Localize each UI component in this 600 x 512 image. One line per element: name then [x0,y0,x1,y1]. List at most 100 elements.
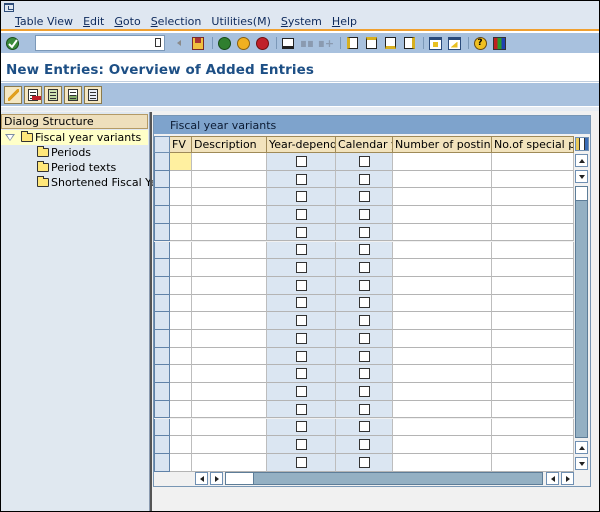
calendar-yr-checkbox[interactable] [358,297,370,309]
num-special-input[interactable] [492,312,574,330]
cell-year-dependent[interactable] [267,153,336,171]
column-header-num-posting[interactable]: Number of posting ... [393,136,492,153]
vertical-scroll-track[interactable] [575,186,588,438]
num-special-input[interactable] [492,153,574,171]
num-posting-input[interactable] [393,347,492,366]
menu-utilities-m[interactable]: Utilities(M) [211,15,270,28]
cell-calendar-yr[interactable] [336,365,393,384]
calendar-yr-checkbox[interactable] [358,226,370,238]
scroll-page-down-button[interactable] [575,170,588,183]
last-page-icon[interactable] [401,35,417,51]
calendar-yr-checkbox[interactable] [358,332,370,344]
calendar-yr-checkbox[interactable] [358,439,370,451]
num-posting-input[interactable] [393,188,492,207]
calendar-yr-checkbox[interactable] [358,244,370,256]
num-posting-input[interactable] [393,170,492,189]
description-input[interactable] [192,153,267,171]
cell-calendar-yr[interactable] [336,330,393,348]
num-posting-input[interactable] [393,241,492,260]
year-dependent-checkbox[interactable] [295,403,307,415]
fv-input[interactable] [170,453,192,472]
fv-input[interactable] [170,365,192,384]
fv-input[interactable] [170,418,192,437]
panel-splitter[interactable] [150,112,152,511]
year-dependent-checkbox[interactable] [295,332,307,344]
select-block-button[interactable] [64,85,82,104]
num-posting-input[interactable] [393,453,492,472]
num-posting-input[interactable] [393,400,492,419]
scroll-right-page-button[interactable] [210,472,223,485]
row-selector[interactable] [154,330,170,348]
row-selector[interactable] [154,188,170,207]
year-dependent-checkbox[interactable] [295,279,307,291]
fv-input[interactable] [170,400,192,419]
row-selector[interactable] [154,312,170,330]
cell-year-dependent[interactable] [267,294,336,313]
year-dependent-checkbox[interactable] [295,297,307,309]
column-header-description[interactable]: Description [192,136,267,153]
num-special-input[interactable] [492,259,574,277]
description-input[interactable] [192,188,267,207]
calendar-yr-checkbox[interactable] [358,279,370,291]
cell-year-dependent[interactable] [267,365,336,384]
num-posting-input[interactable] [393,223,492,242]
cell-calendar-yr[interactable] [336,383,393,401]
print-icon[interactable] [280,35,296,51]
num-posting-input[interactable] [393,276,492,295]
description-input[interactable] [192,365,267,384]
cell-year-dependent[interactable] [267,347,336,366]
enter-icon[interactable] [4,35,20,51]
column-header-year-dependent[interactable]: Year-depend... [267,136,336,153]
num-special-input[interactable] [492,347,574,366]
horizontal-scroll-thumb[interactable] [226,473,254,484]
fv-input[interactable] [170,206,192,224]
cell-calendar-yr[interactable] [336,436,393,454]
fv-input[interactable] [170,259,192,277]
column-header-num-special[interactable]: No.of special perio [492,136,574,153]
tree-node-periods[interactable]: Periods [37,145,91,160]
calendar-yr-checkbox[interactable] [358,368,370,380]
num-special-input[interactable] [492,436,574,454]
description-input[interactable] [192,312,267,330]
num-special-input[interactable] [492,241,574,260]
description-input[interactable] [192,418,267,437]
cell-year-dependent[interactable] [267,170,336,189]
num-posting-input[interactable] [393,312,492,330]
first-page-icon[interactable] [344,35,360,51]
scroll-right-button[interactable] [561,472,574,485]
previous-page-icon[interactable] [363,35,379,51]
fv-input[interactable] [170,312,192,330]
fv-input[interactable] [170,223,192,242]
cell-year-dependent[interactable] [267,312,336,330]
calendar-yr-checkbox[interactable] [358,421,370,433]
year-dependent-checkbox[interactable] [295,439,307,451]
cell-calendar-yr[interactable] [336,259,393,277]
row-selector[interactable] [154,259,170,277]
cell-year-dependent[interactable] [267,453,336,472]
cell-calendar-yr[interactable] [336,347,393,366]
calendar-yr-checkbox[interactable] [358,403,370,415]
row-selector[interactable] [154,170,170,189]
num-special-input[interactable] [492,383,574,401]
tree-node-period-texts[interactable]: Period texts [37,160,116,175]
cell-year-dependent[interactable] [267,241,336,260]
command-field[interactable] [35,35,165,51]
year-dependent-checkbox[interactable] [295,456,307,468]
description-input[interactable] [192,206,267,224]
num-special-input[interactable] [492,418,574,437]
row-selector[interactable] [154,294,170,313]
calendar-yr-checkbox[interactable] [358,262,370,274]
num-special-input[interactable] [492,188,574,207]
fv-input[interactable] [170,383,192,401]
exit-icon[interactable] [235,35,251,51]
row-selector[interactable] [154,241,170,260]
calendar-yr-checkbox[interactable] [358,173,370,185]
description-input[interactable] [192,453,267,472]
description-input[interactable] [192,294,267,313]
row-selector[interactable] [154,206,170,224]
create-session-icon[interactable] [427,35,443,51]
num-posting-input[interactable] [393,436,492,454]
num-posting-input[interactable] [393,294,492,313]
row-selector[interactable] [154,418,170,437]
calendar-yr-checkbox[interactable] [358,456,370,468]
